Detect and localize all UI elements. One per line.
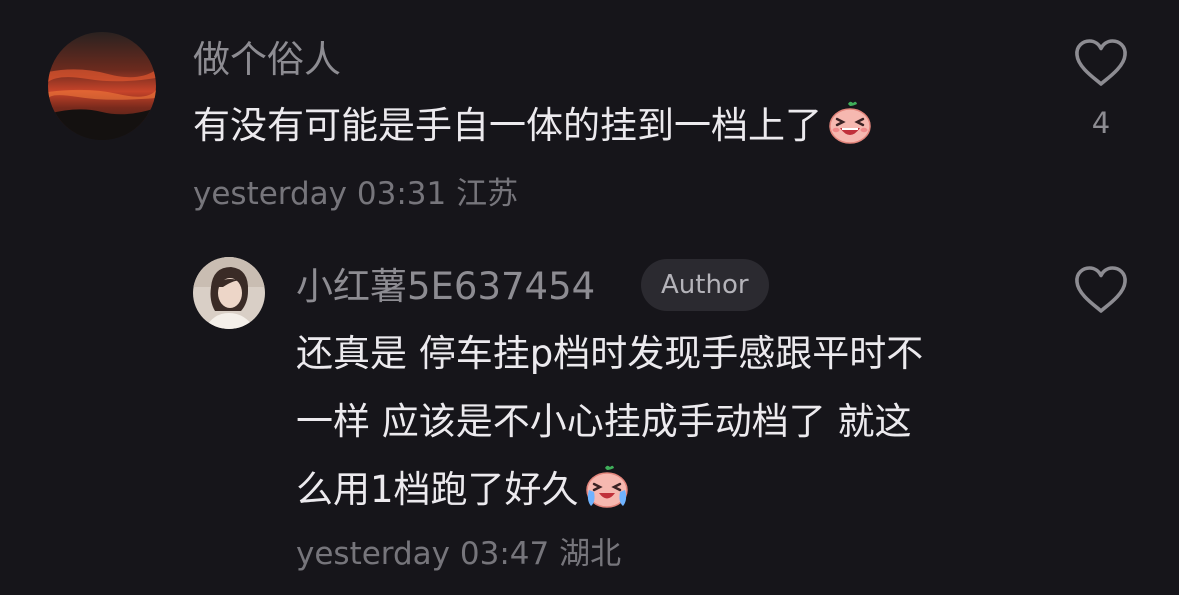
crying-laughing-sticker-icon <box>585 465 628 508</box>
reply-line: 么用1档跑了好久 <box>296 468 579 511</box>
reply-time: yesterday 03:47 <box>296 536 550 572</box>
like-count: 4 <box>1091 106 1111 140</box>
reply-like-button[interactable] <box>1073 265 1129 315</box>
like-button[interactable] <box>1073 38 1129 88</box>
avatar[interactable] <box>48 32 156 140</box>
comment-location: 江苏 <box>456 176 519 212</box>
reply-line-last: 么用1档跑了好久 <box>296 456 923 524</box>
reply-meta: yesterday 03:47 湖北 <box>296 534 621 574</box>
comment-text[interactable]: 有没有可能是手自一体的挂到一档上了 <box>193 92 874 160</box>
reply-location: 湖北 <box>559 536 622 572</box>
reply-avatar[interactable] <box>193 257 265 329</box>
portrait-avatar-image <box>193 257 265 329</box>
laughing-sticker-icon <box>829 101 871 144</box>
comment-body: 有没有可能是手自一体的挂到一档上了 <box>193 104 822 147</box>
reply-line: 还真是 停车挂p档时发现手感跟平时不 <box>296 332 924 375</box>
heart-icon <box>1075 266 1127 313</box>
comment-meta: yesterday 03:31 江苏 <box>193 174 518 214</box>
reply-text[interactable]: 还真是 停车挂p档时发现手感跟平时不 一样 应该是不小心挂成手动档了 就这 么用… <box>296 320 923 524</box>
comment-thread: 做个俗人 有没有可能是手自一体的挂到一档上了 yesterday 03:31 江… <box>0 0 1179 595</box>
comment-username[interactable]: 做个俗人 <box>193 38 341 82</box>
author-badge: Author <box>641 259 769 311</box>
reply-line: 一样 应该是不小心挂成手动档了 就这 <box>296 400 912 443</box>
sunset-avatar-image <box>48 32 156 140</box>
reply-username[interactable]: 小红薯5E637454 <box>296 265 595 309</box>
comment-time: yesterday 03:31 <box>193 176 447 212</box>
heart-icon <box>1075 39 1127 86</box>
